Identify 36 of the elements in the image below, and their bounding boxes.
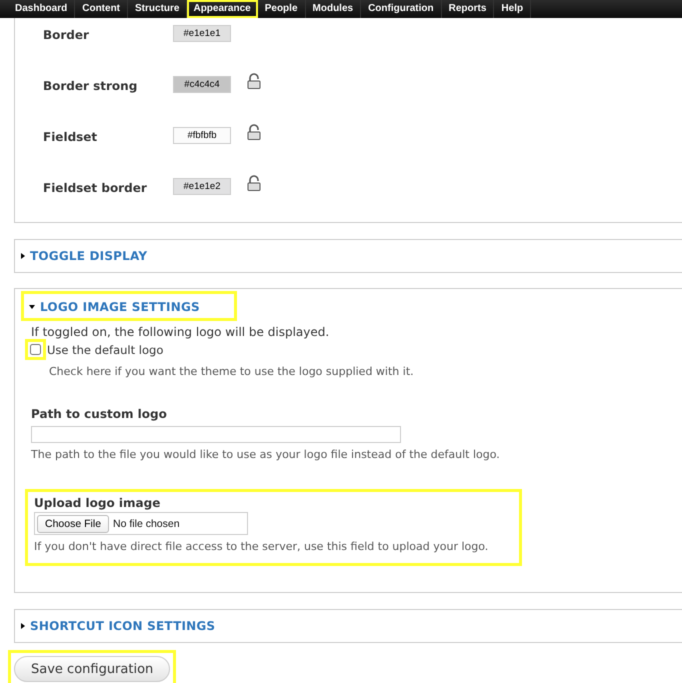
color-field[interactable]: #e1e1e1 <box>173 25 231 42</box>
choose-file-button[interactable]: Choose File <box>37 514 110 532</box>
field-label: Border strong <box>43 79 138 95</box>
color-field[interactable]: #fbfbfb <box>173 127 231 144</box>
description-text: If toggled on, the following logo will be displayed. <box>31 325 330 339</box>
description-text: The path to the file you would like to use as your logo file instead of the default logo. <box>31 448 501 461</box>
fieldset-toggle[interactable]: SHORTCUT ICON SETTINGS <box>21 619 216 633</box>
toolbar-link[interactable]: Appearance <box>187 0 258 18</box>
lock-icon[interactable] <box>247 73 261 89</box>
file-status: No file chosen <box>113 518 180 530</box>
field-label: Fieldset border <box>43 181 148 197</box>
color-field[interactable]: #c4c4c4 <box>173 76 231 93</box>
color-field[interactable]: #e1e1e2 <box>173 178 231 195</box>
toolbar-link[interactable]: Content <box>75 0 128 18</box>
file-field[interactable]: Choose File No file chosen <box>34 512 248 535</box>
save-button[interactable]: Save configuration <box>14 656 170 682</box>
toolbar-link[interactable]: Modules <box>306 0 362 18</box>
fieldset-toggle[interactable]: TOGGLE DISPLAY <box>21 249 148 263</box>
field-label: Path to custom logo <box>31 407 168 421</box>
toolbar-link[interactable]: Reports <box>442 0 494 18</box>
toolbar-link[interactable]: Configuration <box>361 0 442 18</box>
description-text: Check here if you want the theme to use the logo supplied with it. <box>48 365 415 378</box>
text-field[interactable] <box>31 426 401 443</box>
checkbox[interactable] <box>30 344 41 355</box>
field-label: Border <box>43 28 90 44</box>
description-text: If you don't have direct file access to the server, use this field to upload your logo. <box>34 540 490 553</box>
lock-icon[interactable] <box>247 175 261 191</box>
toolbar-link[interactable]: People <box>258 0 306 18</box>
toolbar-link[interactable]: Help <box>494 0 532 18</box>
lock-icon[interactable] <box>247 124 261 140</box>
toolbar-link[interactable]: Structure <box>128 0 188 18</box>
fieldset-toggle[interactable]: LOGO IMAGE SETTINGS <box>29 300 200 314</box>
toolbar-link[interactable]: Dashboard <box>8 0 76 18</box>
field-label: Upload logo image <box>34 496 162 510</box>
field-label: Fieldset <box>43 130 98 146</box>
checkbox-label: Use the default logo <box>47 342 164 356</box>
